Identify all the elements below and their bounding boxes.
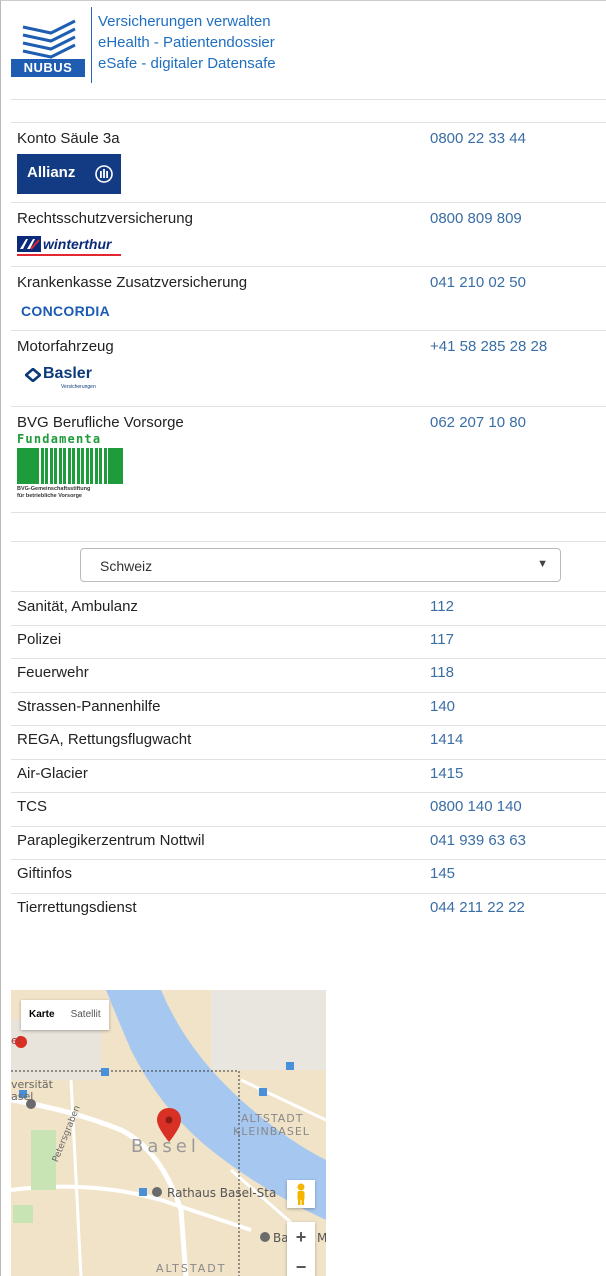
- emergency-row: Polizei 117: [11, 625, 606, 658]
- zoom-control: + −: [287, 1222, 315, 1276]
- link-esafe[interactable]: eSafe - digitaler Datensafe: [98, 53, 276, 74]
- nubus-logo[interactable]: NUBUS: [11, 15, 85, 77]
- allianz-logo: Allianz: [17, 154, 121, 194]
- emergency-label: Polizei: [17, 631, 62, 648]
- basler-logo: Basler Versicherungen: [17, 364, 117, 394]
- emergency-row: Tierrettungsdienst 044 211 22 22: [11, 893, 606, 926]
- map-type-karte[interactable]: Karte: [21, 1000, 63, 1030]
- country-select[interactable]: Schweiz ▼: [80, 548, 561, 582]
- chevron-down-icon: ▼: [537, 558, 548, 570]
- insurance-phone[interactable]: +41 58 285 28 28: [430, 338, 547, 355]
- map-label: KLEINBASEL: [233, 1125, 310, 1138]
- pegman-icon[interactable]: [287, 1180, 315, 1208]
- emergency-label: Feuerwehr: [17, 664, 89, 681]
- link-versicherungen-verwalten[interactable]: Versicherungen verwalten: [98, 11, 276, 32]
- emergency-row: Feuerwehr 118: [11, 658, 606, 691]
- emergency-phone[interactable]: 117: [430, 631, 454, 648]
- map-label: Rathaus Basel-Sta: [167, 1186, 277, 1200]
- divider: [11, 541, 606, 542]
- emergency-phone[interactable]: 044 211 22 22: [430, 899, 525, 916]
- fundamenta-stripes-icon: [17, 448, 123, 484]
- google-map[interactable]: el versität asel ALTSTADT KLEINBASEL Bas…: [11, 990, 326, 1276]
- emergency-phone[interactable]: 0800 140 140: [430, 798, 522, 815]
- emergency-row: Sanität, Ambulanz 112: [11, 592, 606, 625]
- header-links: Versicherungen verwalten eHealth - Patie…: [98, 7, 276, 91]
- insurance-label: Motorfahrzeug: [17, 338, 114, 355]
- emergency-row: Strassen-Pannenhilfe 140: [11, 692, 606, 725]
- map-city-label: Basel: [131, 1136, 200, 1157]
- insurance-phone[interactable]: 062 207 10 80: [430, 414, 526, 431]
- insurance-phone[interactable]: 0800 809 809: [430, 210, 522, 227]
- map-label: ALTSTADT: [156, 1262, 227, 1275]
- map-label: ALTSTADT: [241, 1112, 304, 1125]
- nubus-stack-icon: [22, 19, 76, 59]
- nubus-logo-text: NUBUS: [11, 59, 85, 77]
- emergency-row: Giftinfos 145: [11, 859, 606, 892]
- emergency-label: REGA, Rettungsflugwacht: [17, 731, 192, 748]
- zoom-out-button[interactable]: −: [287, 1252, 315, 1276]
- header-divider: [91, 7, 92, 83]
- map-type-satellit[interactable]: Satellit: [63, 1000, 109, 1030]
- emergency-label: Tierrettungsdienst: [17, 899, 137, 916]
- header: NUBUS Versicherungen verwalten eHealth -…: [11, 7, 276, 91]
- link-ehealth[interactable]: eHealth - Patientendossier: [98, 32, 276, 53]
- emergency-phone[interactable]: 1414: [430, 731, 463, 748]
- fundamenta-logo: Fundamenta BVG-Gemeinschaftsstiftung für…: [17, 432, 123, 504]
- emergency-label: Giftinfos: [17, 865, 73, 882]
- map-label: asel: [11, 1090, 34, 1103]
- map-label: el: [11, 1034, 21, 1047]
- emergency-label: Paraplegikerzentrum Nottwil: [17, 832, 205, 849]
- emergency-phone[interactable]: 118: [430, 664, 454, 681]
- emergency-phone[interactable]: 112: [430, 598, 454, 615]
- emergency-label: Sanität, Ambulanz: [17, 598, 138, 615]
- insurance-label: Rechtsschutzversicherung: [17, 210, 193, 227]
- emergency-label: TCS: [17, 798, 47, 815]
- divider: [11, 99, 606, 100]
- divider: [11, 512, 606, 513]
- insurance-label: Konto Säule 3a: [17, 130, 120, 147]
- insurance-row-bvg: BVG Berufliche Vorsorge 062 207 10 80 Fu…: [11, 406, 606, 512]
- winterthur-logo: winterthur: [17, 234, 127, 256]
- map-type-control: Karte Satellit: [21, 1000, 109, 1030]
- basler-diamond-icon: [25, 368, 41, 382]
- emergency-row: Paraplegikerzentrum Nottwil 041 939 63 6…: [11, 826, 606, 859]
- map-label: M: [317, 1231, 326, 1245]
- insurance-phone[interactable]: 0800 22 33 44: [430, 130, 526, 147]
- country-select-value: Schweiz: [100, 558, 153, 574]
- insurance-phone[interactable]: 041 210 02 50: [430, 274, 526, 291]
- emergency-label: Air-Glacier: [17, 765, 88, 782]
- emergency-row: REGA, Rettungsflugwacht 1414: [11, 725, 606, 758]
- emergency-phone[interactable]: 1415: [430, 765, 463, 782]
- axa-icon: [17, 236, 41, 252]
- concordia-logo: CONCORDIA: [21, 303, 111, 319]
- emergency-label: Strassen-Pannenhilfe: [17, 698, 161, 715]
- emergency-row: TCS 0800 140 140: [11, 792, 606, 825]
- emergency-phone[interactable]: 145: [430, 865, 455, 882]
- emergency-phone[interactable]: 140: [430, 698, 455, 715]
- emergency-row: Air-Glacier 1415: [11, 759, 606, 792]
- zoom-in-button[interactable]: +: [287, 1222, 315, 1252]
- insurance-row-motorfahrzeug: Motorfahrzeug +41 58 285 28 28 Basler Ve…: [11, 330, 606, 406]
- allianz-emblem-icon: [95, 165, 113, 183]
- insurance-row-krankenkasse: Krankenkasse Zusatzversicherung 041 210 …: [11, 266, 606, 330]
- page-frame: NUBUS Versicherungen verwalten eHealth -…: [0, 0, 606, 1276]
- insurance-label: Krankenkasse Zusatzversicherung: [17, 274, 248, 291]
- emergency-phone[interactable]: 041 939 63 63: [430, 832, 526, 849]
- insurance-label: BVG Berufliche Vorsorge: [17, 414, 184, 431]
- insurance-row-saeule3a: Konto Säule 3a 0800 22 33 44 Allianz: [11, 122, 606, 202]
- insurance-row-rechtsschutz: Rechtsschutzversicherung 0800 809 809 wi…: [11, 202, 606, 266]
